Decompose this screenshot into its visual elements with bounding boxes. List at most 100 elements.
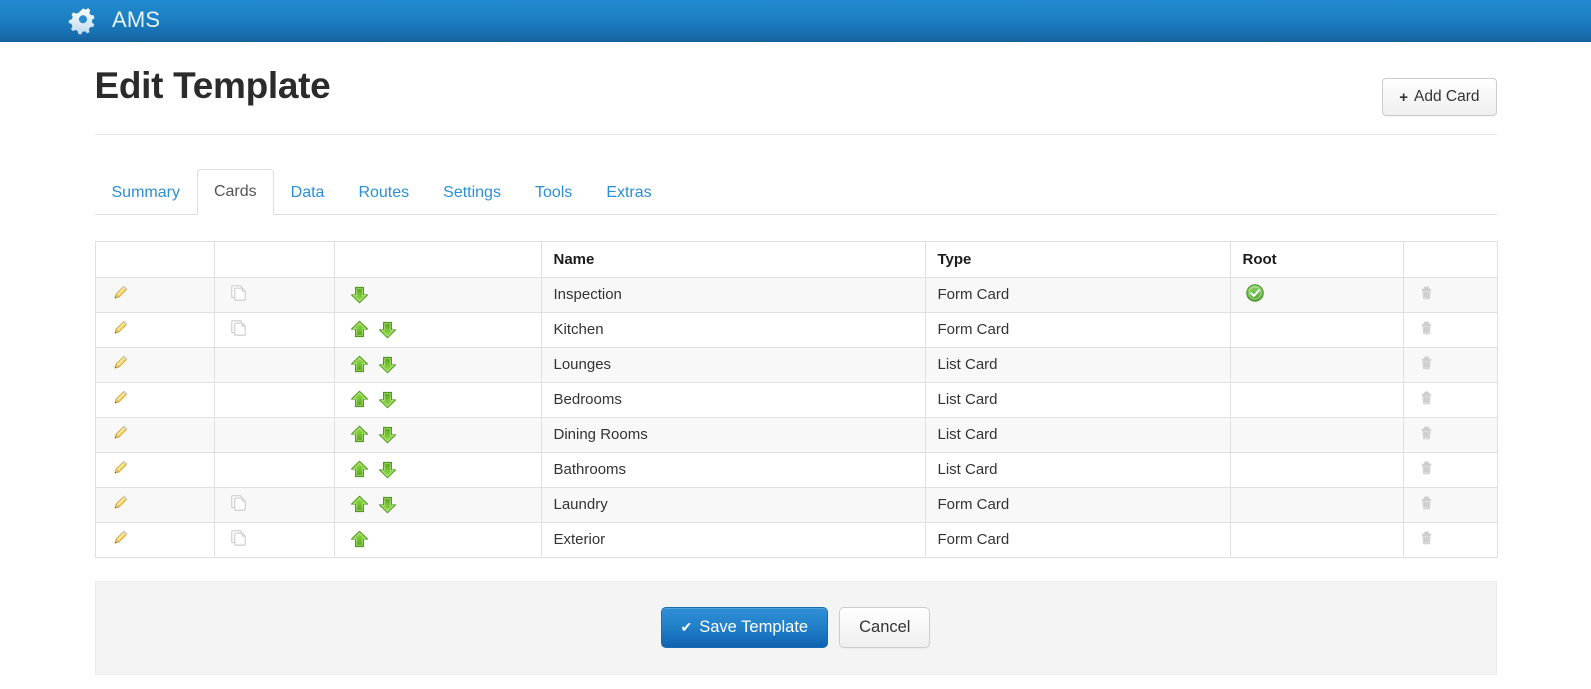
- add-card-button[interactable]: + Add Card: [1382, 78, 1497, 116]
- table-row: Bedrooms List Card: [94, 381, 1498, 418]
- page-header: Edit Template + Add Card: [94, 65, 1497, 135]
- row-root-cell: [1229, 276, 1404, 313]
- trash-icon[interactable]: [1418, 529, 1435, 546]
- row-name-cell: Lounges: [540, 346, 926, 383]
- row-edit-cell[interactable]: [94, 521, 215, 558]
- trash-icon[interactable]: [1418, 494, 1435, 511]
- pencil-icon[interactable]: [110, 283, 130, 303]
- tab-data[interactable]: Data: [274, 170, 342, 215]
- row-name-cell: Bedrooms: [540, 381, 926, 418]
- row-move-cell[interactable]: [333, 276, 542, 313]
- th-type: Type: [924, 240, 1231, 278]
- tab-routes[interactable]: Routes: [341, 170, 426, 215]
- trash-icon[interactable]: [1418, 284, 1435, 301]
- table-header-row: Name Type Root: [94, 240, 1498, 278]
- cancel-button[interactable]: Cancel: [839, 607, 931, 649]
- pencil-icon[interactable]: [110, 353, 130, 373]
- save-template-button[interactable]: ✔ Save Template: [660, 607, 829, 649]
- copy-icon[interactable]: [229, 528, 248, 547]
- arrow-down-icon[interactable]: [377, 459, 398, 480]
- row-edit-cell[interactable]: [94, 486, 215, 523]
- pencil-icon[interactable]: [110, 458, 130, 478]
- add-card-label: Add Card: [1414, 88, 1480, 105]
- arrow-up-icon[interactable]: [349, 319, 370, 340]
- trash-icon[interactable]: [1418, 354, 1435, 371]
- trash-icon[interactable]: [1418, 424, 1435, 441]
- row-edit-cell[interactable]: [94, 346, 215, 383]
- arrow-up-icon[interactable]: [349, 529, 370, 550]
- row-type-cell: Form Card: [924, 486, 1231, 523]
- row-type-cell: List Card: [924, 416, 1231, 453]
- tab-cards[interactable]: Cards: [196, 169, 274, 215]
- row-delete-cell[interactable]: [1402, 451, 1498, 488]
- table-row: Inspection Form Card: [94, 276, 1498, 313]
- row-edit-cell[interactable]: [94, 311, 215, 348]
- row-name-cell: Bathrooms: [540, 451, 926, 488]
- pencil-icon[interactable]: [110, 528, 130, 548]
- pencil-icon[interactable]: [110, 423, 130, 443]
- row-delete-cell[interactable]: [1402, 416, 1498, 453]
- pencil-icon[interactable]: [110, 318, 130, 338]
- row-delete-cell[interactable]: [1402, 381, 1498, 418]
- trash-icon[interactable]: [1418, 459, 1435, 476]
- row-copy-cell[interactable]: [213, 311, 335, 348]
- row-name-cell: Kitchen: [540, 311, 926, 348]
- trash-icon[interactable]: [1418, 389, 1435, 406]
- row-type-cell: Form Card: [924, 311, 1231, 348]
- copy-icon[interactable]: [229, 318, 248, 337]
- row-copy-cell[interactable]: [213, 276, 335, 313]
- row-root-cell: [1229, 311, 1404, 348]
- arrow-down-icon[interactable]: [349, 284, 370, 305]
- row-move-cell[interactable]: [333, 521, 542, 558]
- pencil-icon[interactable]: [110, 493, 130, 513]
- row-delete-cell[interactable]: [1402, 346, 1498, 383]
- row-move-cell[interactable]: [333, 311, 542, 348]
- th-delete: [1402, 240, 1498, 278]
- row-type-cell: List Card: [924, 451, 1231, 488]
- row-type-cell: List Card: [924, 381, 1231, 418]
- arrow-up-icon[interactable]: [349, 354, 370, 375]
- tab-tools[interactable]: Tools: [518, 170, 589, 215]
- row-copy-cell[interactable]: [213, 486, 335, 523]
- arrow-down-icon[interactable]: [377, 389, 398, 410]
- copy-icon[interactable]: [229, 493, 248, 512]
- row-type-cell: List Card: [924, 346, 1231, 383]
- row-edit-cell[interactable]: [94, 416, 215, 453]
- row-delete-cell[interactable]: [1402, 311, 1498, 348]
- row-name-cell: Laundry: [540, 486, 926, 523]
- copy-icon[interactable]: [229, 283, 248, 302]
- row-delete-cell[interactable]: [1402, 276, 1498, 313]
- plus-icon: +: [1399, 88, 1409, 106]
- row-edit-cell[interactable]: [94, 381, 215, 418]
- tab-settings[interactable]: Settings: [426, 170, 518, 215]
- row-move-cell[interactable]: [333, 346, 542, 383]
- arrow-down-icon[interactable]: [377, 424, 398, 445]
- table-row: Kitchen Form Card: [94, 311, 1498, 348]
- th-copy: [213, 240, 335, 278]
- save-template-label: Save Template: [699, 618, 809, 637]
- row-copy-cell[interactable]: [213, 521, 335, 558]
- arrow-up-icon[interactable]: [349, 389, 370, 410]
- row-move-cell[interactable]: [333, 416, 542, 453]
- arrow-up-icon[interactable]: [349, 459, 370, 480]
- table-row: Lounges List Card: [94, 346, 1498, 383]
- row-edit-cell[interactable]: [94, 276, 215, 313]
- arrow-up-icon[interactable]: [349, 424, 370, 445]
- arrow-down-icon[interactable]: [377, 319, 398, 340]
- row-move-cell[interactable]: [333, 381, 542, 418]
- row-edit-cell[interactable]: [94, 451, 215, 488]
- trash-icon[interactable]: [1418, 319, 1435, 336]
- row-delete-cell[interactable]: [1402, 521, 1498, 558]
- row-move-cell[interactable]: [333, 451, 542, 488]
- check-icon: ✔: [680, 619, 693, 636]
- arrow-up-icon[interactable]: [349, 494, 370, 515]
- arrow-down-icon[interactable]: [377, 354, 398, 375]
- page-container: Edit Template + Add Card Summary Cards D…: [94, 42, 1498, 675]
- tab-extras[interactable]: Extras: [589, 170, 668, 215]
- arrow-down-icon[interactable]: [377, 494, 398, 515]
- pencil-icon[interactable]: [110, 388, 130, 408]
- row-delete-cell[interactable]: [1402, 486, 1498, 523]
- row-move-cell[interactable]: [333, 486, 542, 523]
- row-root-cell: [1229, 381, 1404, 418]
- tab-summary[interactable]: Summary: [95, 170, 197, 215]
